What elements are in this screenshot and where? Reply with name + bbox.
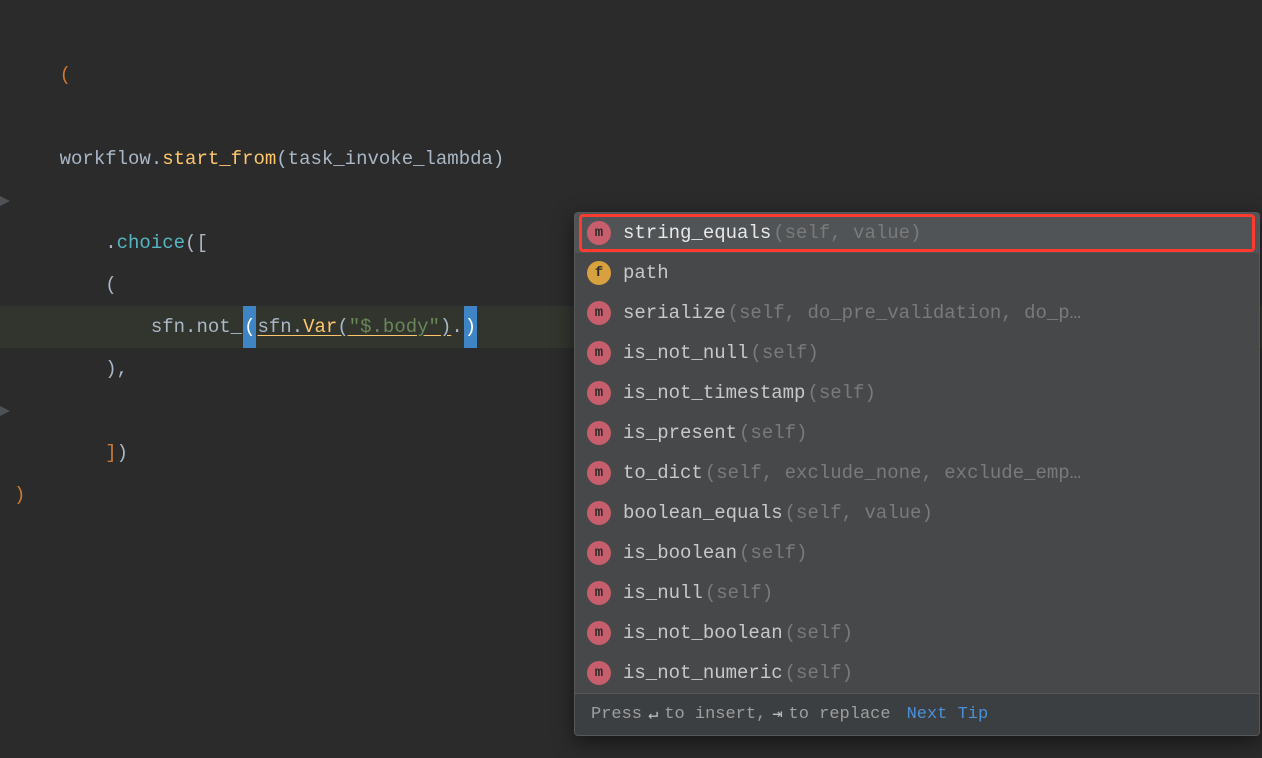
paren-close: ) <box>493 148 504 170</box>
autocomplete-item-name: is_not_boolean <box>623 622 783 644</box>
method-call: choice <box>117 232 185 254</box>
autocomplete-item[interactable]: fpath <box>575 253 1259 293</box>
dot: . <box>451 316 462 338</box>
code-line[interactable]: ( <box>0 12 1262 138</box>
method-icon: m <box>587 221 611 245</box>
bracket-close: ] <box>105 442 116 464</box>
paren-close: ) <box>14 484 25 506</box>
dot: . <box>185 316 196 338</box>
indent <box>14 316 151 338</box>
method-icon: m <box>587 661 611 685</box>
method-call: start_from <box>162 148 276 170</box>
autocomplete-item-name: is_null <box>623 582 703 604</box>
autocomplete-list: mstring_equals(self, value)fpathmseriali… <box>575 213 1259 693</box>
bracket-open: [ <box>196 232 207 254</box>
autocomplete-item[interactable]: m is_not_timestamp(self) <box>575 373 1259 413</box>
autocomplete-item-params: (self) <box>785 662 853 684</box>
autocomplete-item-name: is_not_numeric <box>623 662 783 684</box>
method-call: not_ <box>196 316 242 338</box>
hint-text: to insert, <box>664 705 766 724</box>
autocomplete-item-name: is_present <box>623 422 737 444</box>
autocomplete-item-params: (self) <box>739 542 807 564</box>
method-icon: m <box>587 501 611 525</box>
paren-close: ) <box>117 442 128 464</box>
indent <box>60 232 106 254</box>
method-icon: m <box>587 421 611 445</box>
method-icon: m <box>587 341 611 365</box>
tab-key-icon: ⇥ <box>772 704 782 725</box>
code-line[interactable]: workflow.start_from(task_invoke_lambda) <box>0 138 1262 180</box>
autocomplete-item[interactable]: m is_not_null(self) <box>575 333 1259 373</box>
hint-text: Press <box>591 705 642 724</box>
paren-open: ( <box>60 64 71 86</box>
identifier: sfn <box>151 316 185 338</box>
autocomplete-item-name: path <box>623 262 669 284</box>
method-icon: m <box>587 621 611 645</box>
autocomplete-item[interactable]: m serialize(self, do_pre_validation, do_p… <box>575 293 1259 333</box>
field-icon: f <box>587 261 611 285</box>
gutter-fold-icon[interactable] <box>0 406 10 416</box>
method-icon: m <box>587 461 611 485</box>
paren-open: ( <box>105 274 116 296</box>
autocomplete-item-name: serialize <box>623 302 726 324</box>
autocomplete-item[interactable]: m boolean_equals(self, value) <box>575 493 1259 533</box>
comma: , <box>117 358 128 380</box>
autocomplete-item-params: (self, exclude_none, exclude_emp… <box>705 462 1081 484</box>
autocomplete-item-name: boolean_equals <box>623 502 783 524</box>
autocomplete-item-params: (self) <box>739 422 807 444</box>
class-name: Var <box>303 316 337 338</box>
paren-open: ( <box>276 148 287 170</box>
paren-close: ) <box>440 316 451 338</box>
autocomplete-item[interactable]: m string_equals(self, value) <box>575 213 1259 253</box>
method-icon: m <box>587 581 611 605</box>
autocomplete-item[interactable]: m is_null(self) <box>575 573 1259 613</box>
autocomplete-item-params: (self) <box>807 382 875 404</box>
enter-key-icon: ↵ <box>648 704 658 725</box>
autocomplete-item-params: (self) <box>705 582 773 604</box>
autocomplete-item-name: is_not_null <box>623 342 748 364</box>
identifier: workflow <box>60 148 151 170</box>
autocomplete-item[interactable]: m is_present(self) <box>575 413 1259 453</box>
autocomplete-hint-bar: Press ↵ to insert, ⇥ to replace Next Tip <box>575 693 1259 735</box>
string-literal: "$.body" <box>349 316 440 338</box>
indent <box>14 274 105 296</box>
dot: . <box>151 148 162 170</box>
autocomplete-item-params: (self, value) <box>773 222 921 244</box>
autocomplete-item-name: is_not_timestamp <box>623 382 805 404</box>
dot: . <box>292 316 303 338</box>
autocomplete-item-params: (self) <box>785 622 853 644</box>
autocomplete-item-params: (self, do_pre_validation, do_p… <box>728 302 1081 324</box>
paren-open: ( <box>337 316 348 338</box>
caret-selection-open: ( <box>243 306 256 348</box>
autocomplete-item-name: string_equals <box>623 222 771 244</box>
paren-open: ( <box>185 232 196 254</box>
autocomplete-item-name: to_dict <box>623 462 703 484</box>
next-tip-link[interactable]: Next Tip <box>907 705 989 724</box>
autocomplete-item-params: (self) <box>750 342 818 364</box>
argument: task_invoke_lambda <box>288 148 493 170</box>
method-icon: m <box>587 541 611 565</box>
autocomplete-item[interactable]: m to_dict(self, exclude_none, exclude_emp… <box>575 453 1259 493</box>
autocomplete-item[interactable]: m is_not_boolean(self) <box>575 613 1259 653</box>
gutter-fold-icon[interactable] <box>0 196 10 206</box>
caret-selection-close: ) <box>464 306 477 348</box>
method-icon: m <box>587 301 611 325</box>
paren-close: ) <box>105 358 116 380</box>
dot: . <box>105 232 116 254</box>
autocomplete-item[interactable]: m is_not_numeric(self) <box>575 653 1259 693</box>
indent <box>60 442 106 464</box>
hint-text: to replace <box>789 705 891 724</box>
autocomplete-item-name: is_boolean <box>623 542 737 564</box>
indent <box>14 358 105 380</box>
autocomplete-popup[interactable]: mstring_equals(self, value)fpathmseriali… <box>574 212 1260 736</box>
method-icon: m <box>587 381 611 405</box>
identifier: sfn <box>257 316 291 338</box>
indent <box>14 148 60 170</box>
autocomplete-item-params: (self, value) <box>785 502 933 524</box>
autocomplete-item[interactable]: m is_boolean(self) <box>575 533 1259 573</box>
